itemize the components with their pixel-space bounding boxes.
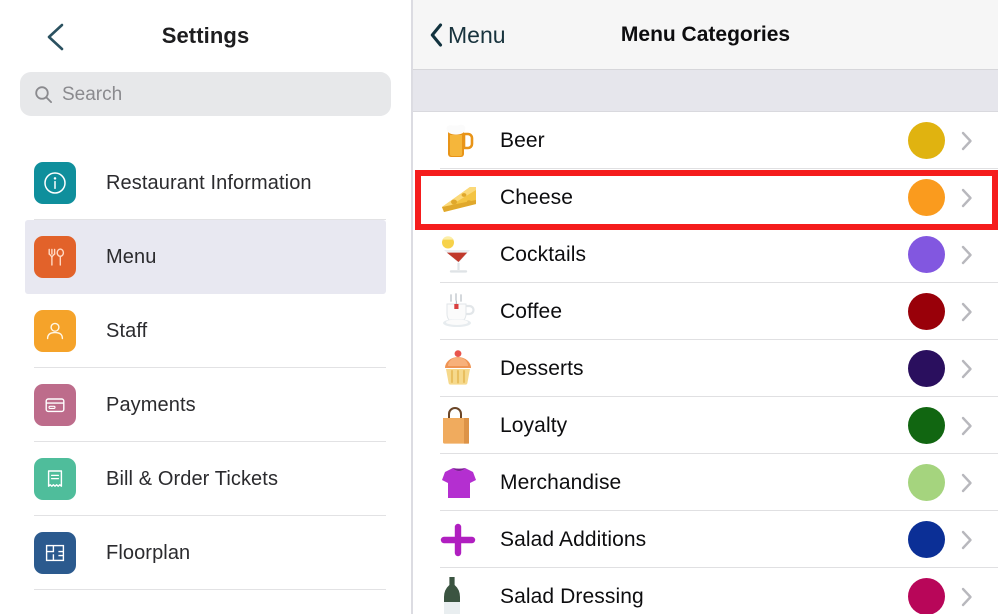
table-row[interactable]: Salad Additions bbox=[413, 511, 998, 568]
category-label: Salad Additions bbox=[500, 527, 647, 551]
divider bbox=[34, 589, 386, 590]
sidebar-item-menu[interactable]: Menu bbox=[25, 220, 386, 294]
cocktail-glass-emoji bbox=[440, 235, 484, 275]
color-swatch bbox=[908, 521, 945, 558]
sidebar-item-payments[interactable]: Payments bbox=[25, 368, 386, 442]
chevron-right-icon bbox=[960, 415, 976, 437]
chevron-right-icon bbox=[960, 244, 976, 266]
color-swatch bbox=[908, 350, 945, 387]
category-label: Coffee bbox=[500, 299, 563, 323]
tshirt-emoji bbox=[440, 464, 484, 502]
back-to-menu-button[interactable]: Menu bbox=[429, 0, 506, 70]
sidebar-item-floorplan[interactable]: Floorplan bbox=[25, 516, 386, 590]
detail-header: Menu Menu Categories bbox=[413, 0, 998, 70]
app-root: Settings Search Restaurant Information M… bbox=[0, 0, 998, 614]
sidebar-item-bill-and-order-tickets[interactable]: Bill & Order Tickets bbox=[25, 442, 386, 516]
table-row[interactable]: Salad Dressing bbox=[413, 568, 998, 614]
category-label: Salad Dressing bbox=[500, 584, 644, 608]
color-swatch bbox=[908, 407, 945, 444]
sidebar-item-label: Menu bbox=[106, 245, 157, 268]
back-label: Menu bbox=[448, 21, 506, 48]
credit-card-icon bbox=[34, 384, 76, 426]
sidebar-item-staff[interactable]: Staff bbox=[25, 294, 386, 368]
category-label: Loyalty bbox=[500, 413, 568, 437]
table-row[interactable]: Desserts bbox=[413, 340, 998, 397]
category-label: Cheese bbox=[500, 185, 573, 209]
page-title: Settings bbox=[161, 23, 250, 48]
settings-sidebar: Settings Search Restaurant Information M… bbox=[0, 0, 413, 614]
chevron-left-icon bbox=[429, 23, 444, 47]
chevron-right-icon bbox=[960, 187, 976, 209]
coffee-cup-emoji bbox=[440, 292, 484, 332]
sidebar-item-label: Bill & Order Tickets bbox=[106, 467, 279, 490]
search-icon bbox=[34, 85, 53, 104]
color-swatch bbox=[908, 464, 945, 501]
search-input[interactable]: Search bbox=[20, 72, 391, 116]
beer-mug-emoji bbox=[440, 121, 484, 161]
category-list: Beer Cheese Cocktails Coffee Desserts Lo… bbox=[413, 112, 998, 614]
sidebar-item-label: Payments bbox=[106, 393, 196, 416]
color-swatch bbox=[908, 293, 945, 330]
menu-categories-panel: Menu Menu Categories Beer Cheese Cocktai… bbox=[413, 0, 998, 614]
chevron-right-icon bbox=[960, 472, 976, 494]
detail-title: Menu Categories bbox=[620, 22, 791, 46]
sidebar-item-label: Staff bbox=[106, 319, 148, 342]
color-swatch bbox=[908, 179, 945, 216]
search-container: Search bbox=[0, 72, 411, 116]
category-label: Desserts bbox=[500, 356, 584, 380]
color-swatch bbox=[908, 578, 945, 614]
search-placeholder: Search bbox=[62, 83, 123, 105]
info-circle-icon bbox=[34, 162, 76, 204]
sidebar-header: Settings bbox=[0, 0, 411, 72]
receipt-icon bbox=[34, 458, 76, 500]
cupcake-emoji bbox=[440, 349, 484, 389]
sidebar-item-label: Floorplan bbox=[106, 541, 191, 564]
person-icon bbox=[34, 310, 76, 352]
table-row[interactable]: Cocktails bbox=[413, 226, 998, 283]
fork-spoon-icon bbox=[34, 236, 76, 278]
table-row[interactable]: Loyalty bbox=[413, 397, 998, 454]
shopping-bag-emoji bbox=[440, 406, 484, 446]
chevron-right-icon bbox=[960, 301, 976, 323]
table-row[interactable]: Merchandise bbox=[413, 454, 998, 511]
bottle-emoji bbox=[440, 575, 484, 614]
cheese-wedge-emoji bbox=[440, 181, 484, 215]
chevron-right-icon bbox=[960, 529, 976, 551]
chevron-right-icon bbox=[960, 130, 976, 152]
table-row[interactable]: Beer bbox=[413, 112, 998, 169]
chevron-left-icon[interactable] bbox=[40, 20, 70, 54]
chevron-right-icon bbox=[960, 358, 976, 380]
color-swatch bbox=[908, 236, 945, 273]
table-row[interactable]: Coffee bbox=[413, 283, 998, 340]
category-label: Cocktails bbox=[500, 242, 587, 266]
list-top-strip bbox=[413, 70, 998, 112]
category-label: Merchandise bbox=[500, 470, 622, 494]
category-label: Beer bbox=[500, 128, 545, 152]
color-swatch bbox=[908, 122, 945, 159]
sidebar-menu: Restaurant Information Menu Staff Paymen… bbox=[0, 146, 411, 590]
table-row[interactable]: Cheese bbox=[413, 169, 998, 226]
plus-sign-emoji bbox=[440, 522, 484, 558]
sidebar-item-restaurant-information[interactable]: Restaurant Information bbox=[25, 146, 386, 220]
floorplan-icon bbox=[34, 532, 76, 574]
sidebar-item-label: Restaurant Information bbox=[106, 171, 312, 194]
chevron-right-icon bbox=[960, 586, 976, 608]
